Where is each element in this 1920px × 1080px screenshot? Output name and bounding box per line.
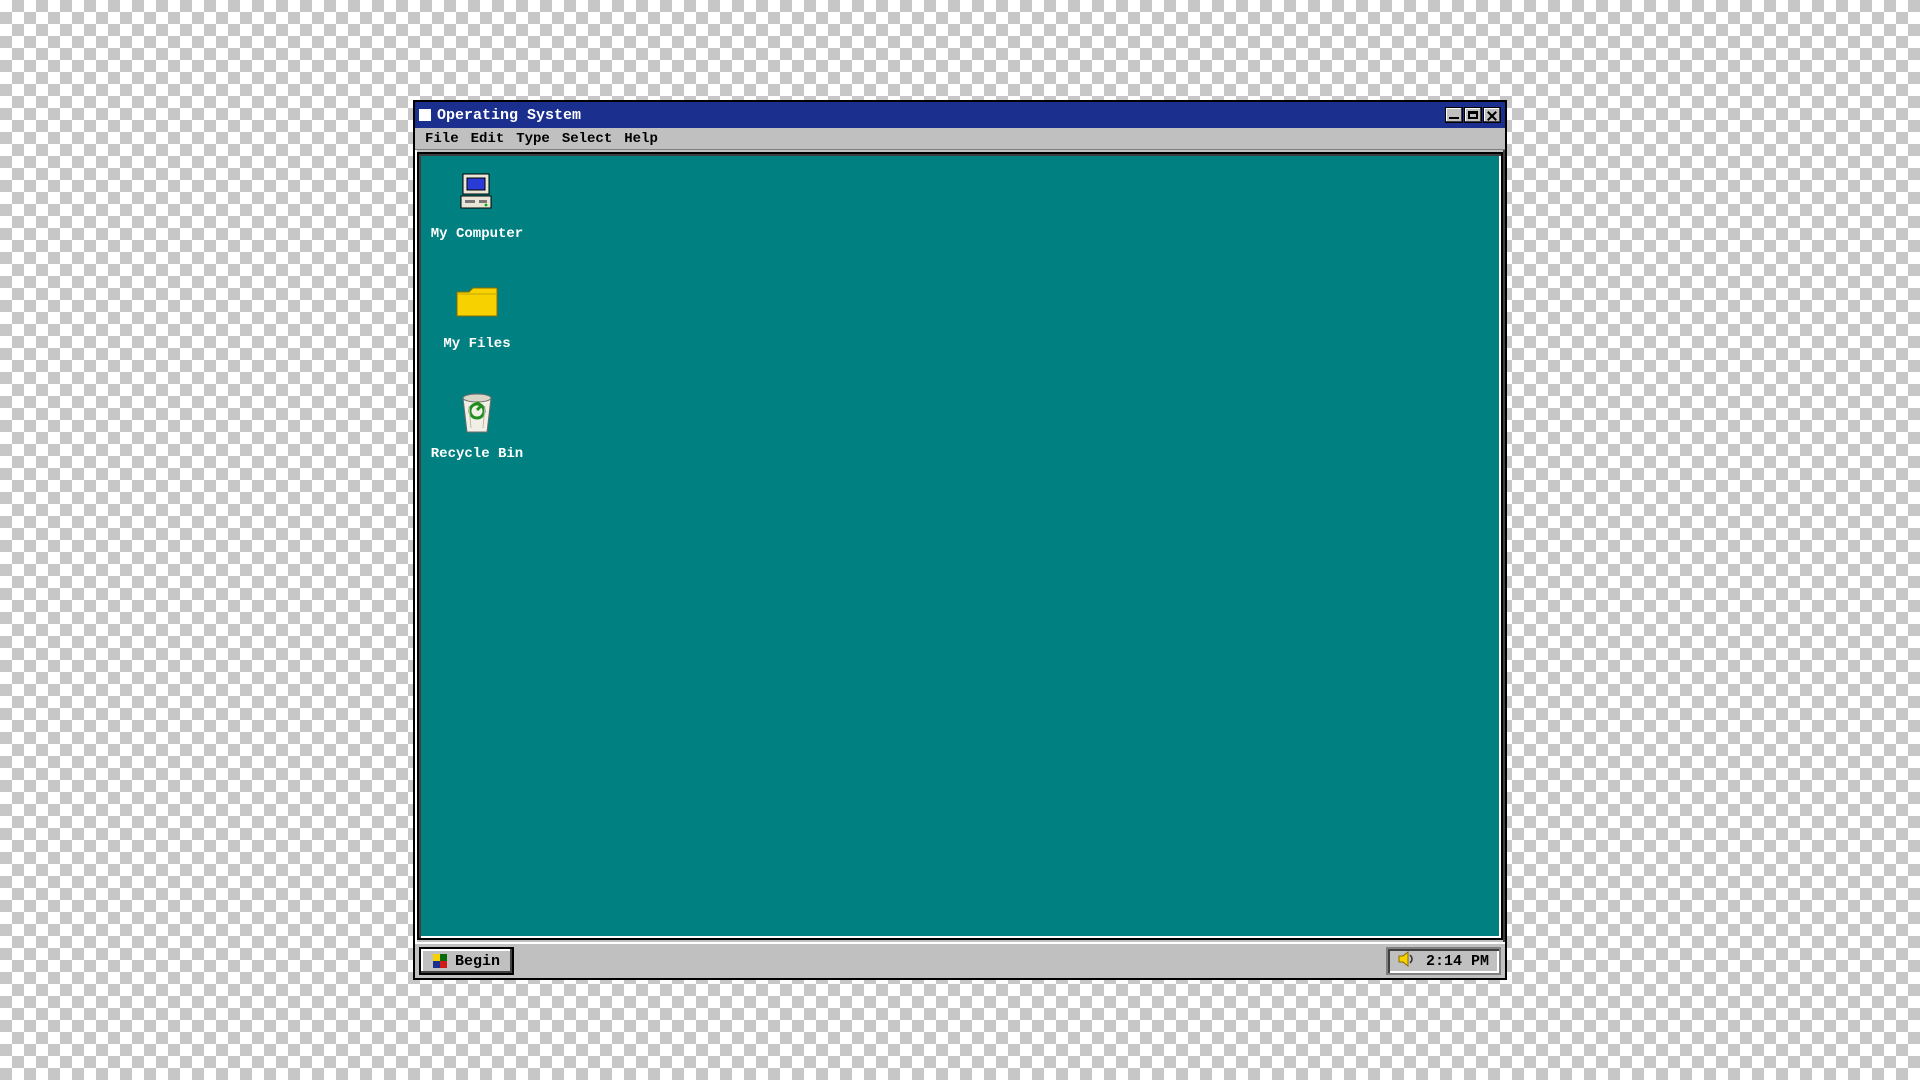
desktop-icon-my-files[interactable]: My Files: [427, 278, 527, 352]
desktop-icon-my-computer[interactable]: My Computer: [427, 168, 527, 242]
desktop-icon-label: Recycle Bin: [427, 446, 527, 462]
computer-icon: [453, 168, 501, 216]
system-menu-icon[interactable]: [419, 109, 431, 121]
menu-type[interactable]: Type: [510, 129, 556, 149]
menu-select[interactable]: Select: [556, 129, 618, 149]
maximize-button[interactable]: [1464, 107, 1482, 123]
system-tray[interactable]: 2:14 PM: [1386, 947, 1501, 975]
recycle-bin-icon: [453, 388, 501, 436]
os-window: Operating System File Edit Type Select H…: [413, 100, 1507, 980]
desktop-icon-label: My Computer: [427, 226, 527, 242]
menu-edit[interactable]: Edit: [465, 129, 511, 149]
titlebar[interactable]: Operating System: [415, 102, 1505, 128]
begin-logo-icon: [433, 954, 447, 968]
close-button[interactable]: [1483, 107, 1501, 123]
begin-label: Begin: [455, 953, 500, 970]
window-controls: [1444, 107, 1501, 123]
volume-icon[interactable]: [1398, 951, 1416, 972]
menu-file[interactable]: File: [419, 129, 465, 149]
window-title: Operating System: [437, 107, 581, 124]
menu-help[interactable]: Help: [618, 129, 664, 149]
desktop-icon-recycle-bin[interactable]: Recycle Bin: [427, 388, 527, 462]
clock: 2:14 PM: [1426, 953, 1489, 970]
desktop[interactable]: My Computer My Files: [417, 152, 1503, 940]
desktop-icon-label: My Files: [427, 336, 527, 352]
begin-button[interactable]: Begin: [419, 947, 514, 975]
menubar: File Edit Type Select Help: [415, 128, 1505, 150]
folder-icon: [453, 278, 501, 326]
minimize-button[interactable]: [1445, 107, 1463, 123]
taskbar: Begin 2:14 PM: [415, 942, 1505, 978]
